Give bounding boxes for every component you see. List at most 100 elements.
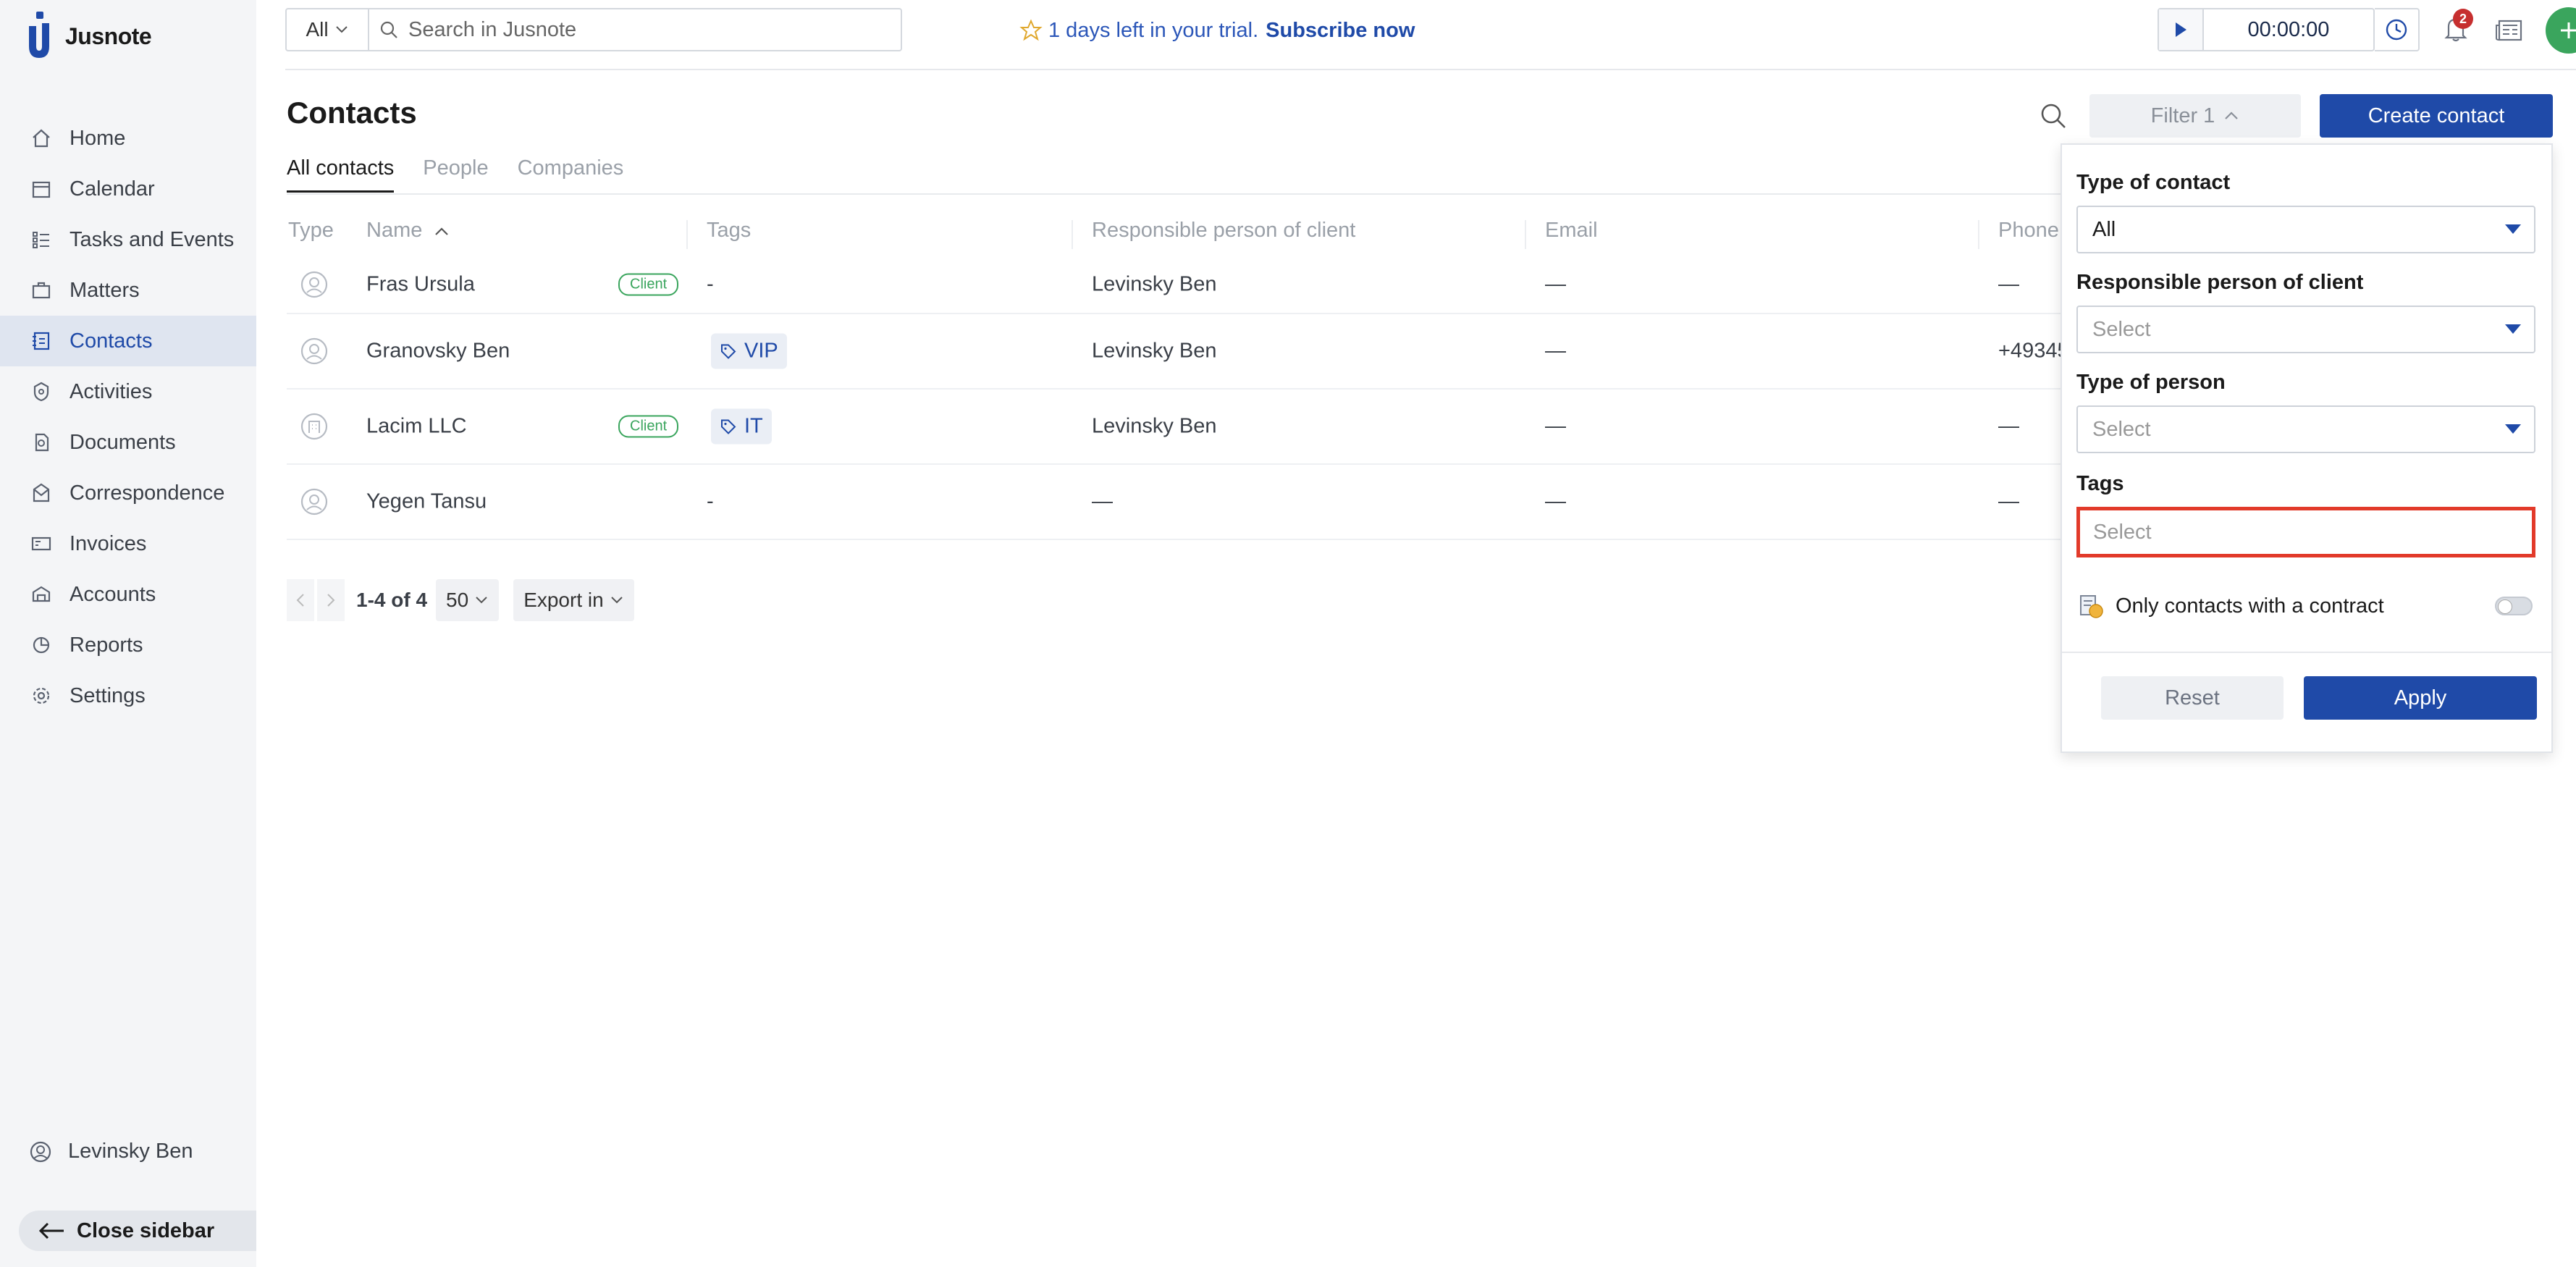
tag-label: VIP (744, 339, 778, 363)
settings-icon (33, 687, 50, 704)
sidebar-item-reports[interactable]: Reports (0, 620, 256, 670)
sidebar-item-matters[interactable]: Matters (0, 265, 256, 316)
sidebar-item-correspondence[interactable]: Correspondence (0, 468, 256, 518)
briefcase-icon (32, 282, 51, 299)
contact-email: — (1545, 272, 1566, 296)
sidebar-item-invoices[interactable]: Invoices (0, 518, 256, 569)
export-select[interactable]: Export in (513, 579, 634, 621)
logo[interactable]: Jusnote (25, 10, 152, 62)
sidebar-item-label: Settings (70, 683, 146, 707)
sidebar-item-contacts[interactable]: Contacts (0, 316, 256, 366)
tasks-icon (33, 232, 49, 248)
sidebar-item-calendar[interactable]: Calendar (0, 164, 256, 214)
contacts-table: Type Name Tags Responsible person of cli… (287, 211, 2069, 540)
global-search: All (285, 8, 902, 51)
filter-panel: Type of contact All Responsible person o… (2061, 143, 2553, 753)
chevron-up-icon (2225, 111, 2239, 119)
filter-responsible-label: Responsible person of client (2076, 271, 2364, 294)
sidebar-item-label: Reports (70, 633, 143, 657)
filter-person-label: Type of person (2076, 371, 2226, 394)
filter-responsible-select[interactable]: Select (2076, 306, 2535, 353)
trial-notice: 1 days left in your trial. Subscribe now (1019, 16, 1415, 45)
contact-tag[interactable]: IT (711, 408, 772, 445)
contacts-search-icon[interactable] (2037, 100, 2069, 132)
global-add-button[interactable] (2546, 7, 2576, 54)
tab-people[interactable]: People (423, 156, 488, 193)
sidebar: Jusnote Home Calendar Tasks and Events M… (0, 0, 256, 1267)
filter-tags-label: Tags (2076, 472, 2124, 495)
timer-play-button[interactable] (2159, 9, 2204, 50)
filter-type-label: Type of contact (2076, 171, 2231, 194)
search-field (369, 17, 901, 42)
col-header-phone: Phone (1998, 219, 2059, 242)
notifications-button[interactable]: 2 (2434, 7, 2478, 51)
filter-person-select[interactable]: Select (2076, 405, 2535, 453)
sidebar-item-documents[interactable]: Documents (0, 417, 256, 468)
search-scope-select[interactable]: All (287, 9, 369, 50)
sidebar-item-label: Correspondence (70, 481, 225, 505)
per-page-value: 50 (446, 589, 469, 611)
timer-history-button[interactable] (2375, 8, 2420, 51)
per-page-select[interactable]: 50 (436, 579, 500, 621)
contact-email: — (1545, 414, 1566, 438)
search-input[interactable] (408, 17, 843, 42)
next-page-button[interactable] (317, 579, 345, 621)
caret-down-icon (2505, 224, 2521, 234)
close-sidebar-label: Close sidebar (77, 1218, 215, 1242)
filter-reset-button[interactable]: Reset (2101, 676, 2284, 720)
client-badge: Client (618, 273, 679, 296)
subscribe-link[interactable]: Subscribe now (1266, 19, 1415, 43)
filter-button[interactable]: Filter 1 (2089, 94, 2301, 138)
filter-apply-button[interactable]: Apply (2304, 676, 2537, 720)
correspondence-icon (33, 483, 50, 502)
sidebar-nav: Home Calendar Tasks and Events Matters C… (0, 113, 256, 721)
tag-icon (721, 344, 736, 359)
contact-name[interactable]: Fras Ursula (366, 273, 475, 297)
sidebar-item-label: Tasks and Events (70, 227, 235, 251)
sidebar-item-accounts[interactable]: Accounts (0, 569, 256, 620)
contact-responsible: Levinsky Ben (1092, 339, 1217, 363)
contact-name[interactable]: Granovsky Ben (366, 340, 510, 363)
jusnote-logo-icon (29, 12, 49, 58)
timer: 00:00:00 (2158, 8, 2375, 51)
contact-name[interactable]: Lacim LLC (366, 415, 467, 439)
create-contact-button[interactable]: Create contact (2320, 94, 2553, 138)
table-row[interactable]: Granovsky Ben VIP Levinsky Ben — +49345 (287, 314, 2069, 390)
tab-all-contacts[interactable]: All contacts (287, 156, 395, 193)
filter-type-select[interactable]: All (2076, 206, 2535, 253)
tab-companies[interactable]: Companies (518, 156, 624, 193)
sidebar-item-settings[interactable]: Settings (0, 670, 256, 721)
col-header-name[interactable]: Name (366, 219, 450, 243)
close-sidebar-button[interactable]: Close sidebar (19, 1211, 256, 1251)
tabs-divider (287, 193, 2061, 195)
contract-icon (2080, 595, 2103, 618)
caret-down-icon (2505, 424, 2521, 434)
contact-name[interactable]: Yegen Tansu (366, 490, 487, 514)
company-icon (300, 413, 328, 440)
table-row[interactable]: Yegen Tansu - — — — (287, 465, 2061, 540)
export-label: Export in (523, 589, 604, 611)
chevron-down-icon (335, 26, 348, 33)
filter-contract-toggle[interactable] (2495, 597, 2533, 615)
sidebar-user[interactable]: Levinsky Ben (29, 1140, 193, 1163)
table-row[interactable]: Lacim LLC Client IT Levinsky Ben — — (287, 390, 2061, 465)
col-header-tags: Tags (707, 219, 752, 242)
client-badge: Client (618, 415, 679, 438)
sidebar-item-label: Invoices (70, 531, 147, 555)
table-row[interactable]: Fras Ursula Client - Levinsky Ben — — (287, 256, 2061, 314)
prev-page-button[interactable] (287, 579, 314, 621)
contact-tag[interactable]: VIP (711, 333, 787, 369)
col-header-name-label: Name (366, 219, 423, 242)
filter-contract-row: Only contacts with a contract (2076, 588, 2535, 624)
page-title: Contacts (287, 96, 417, 130)
play-icon (2176, 22, 2186, 37)
sidebar-item-activities[interactable]: Activities (0, 366, 256, 417)
news-button[interactable] (2488, 9, 2531, 52)
sidebar-item-tasks[interactable]: Tasks and Events (0, 214, 256, 265)
col-separator (686, 220, 688, 249)
reports-icon (33, 636, 50, 654)
filter-tags-input[interactable] (2093, 520, 2513, 544)
arrow-left-icon (38, 1222, 64, 1239)
contact-phone: +49345 (1998, 339, 2069, 363)
sidebar-item-home[interactable]: Home (0, 113, 256, 164)
